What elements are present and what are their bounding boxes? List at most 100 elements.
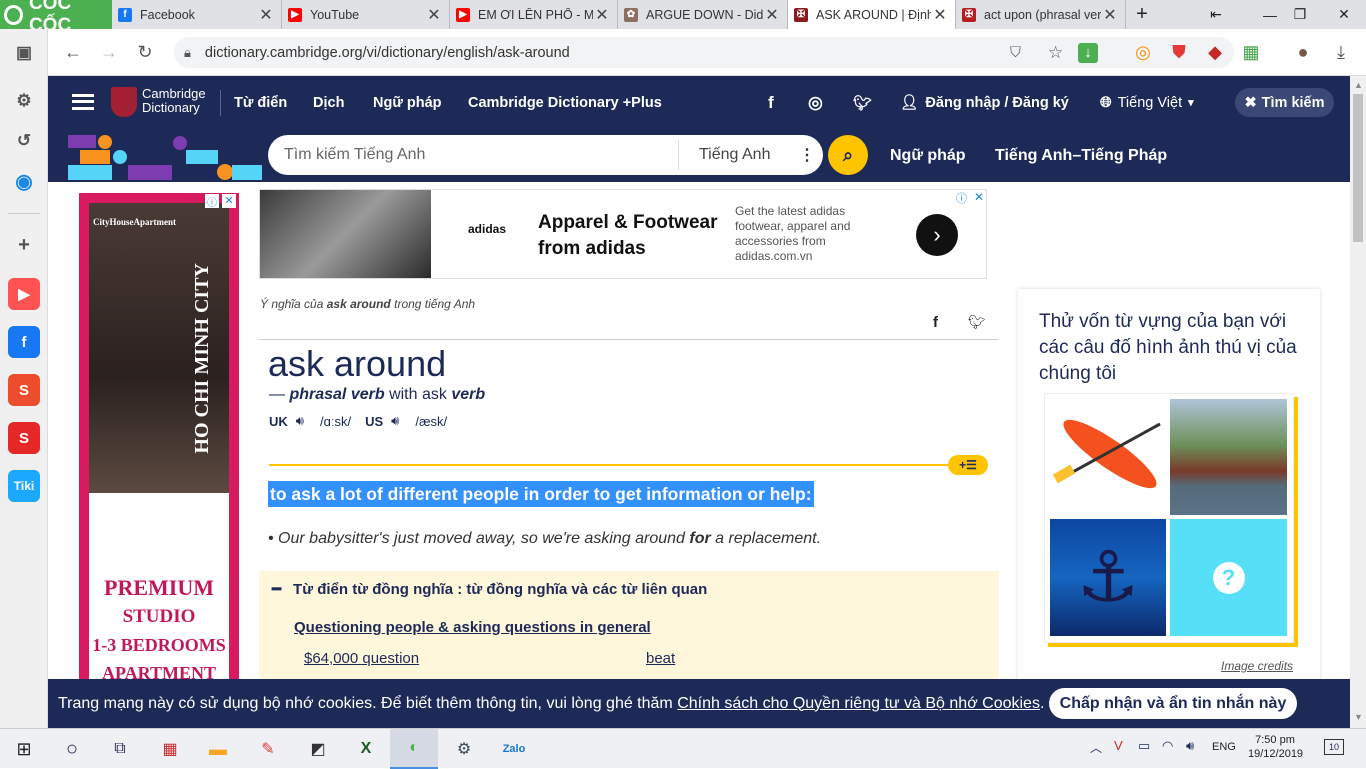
cookie-policy-link[interactable]: Chính sách cho Quyền riêng tư và Bộ nhớ …: [677, 695, 1040, 713]
nav-plus[interactable]: Cambridge Dictionary +Plus: [468, 76, 662, 129]
scroll-down-icon[interactable]: ▼: [1354, 712, 1363, 722]
language-selector[interactable]: 🌐︎ Tiếng Việt ▾: [1100, 76, 1194, 129]
ad-info-icon[interactable]: ⓘ: [205, 194, 219, 209]
sendo-icon[interactable]: S: [8, 422, 40, 454]
battery-icon[interactable]: ▭: [1138, 738, 1150, 754]
ad-close-icon[interactable]: ✕: [222, 194, 236, 208]
address-bar[interactable]: 🔒︎ dictionary.cambridge.org/vi/dictionar…: [174, 37, 1234, 68]
add-icon[interactable]: +: [8, 229, 40, 261]
close-icon[interactable]: ✕: [257, 5, 275, 25]
link-grammar[interactable]: Ngữ pháp: [890, 129, 966, 182]
adblock-icon[interactable]: ⛊: [1164, 29, 1194, 76]
kayak-image[interactable]: [1050, 399, 1166, 515]
synonyms-group-link[interactable]: Questioning people & asking questions in…: [294, 619, 651, 636]
notification-icon[interactable]: 10: [1324, 739, 1344, 755]
left-advertisement[interactable]: CityHouseApartment HO CHI MINH CITY PREM…: [79, 193, 239, 683]
nav-grammar[interactable]: Ngữ pháp: [373, 76, 442, 129]
coccoc-logo[interactable]: CỐC CỐC: [0, 0, 112, 36]
scroll-up-icon[interactable]: ▲: [1354, 80, 1363, 90]
extension-icon[interactable]: ▦: [1236, 29, 1266, 76]
quiz-question-tile[interactable]: ?: [1170, 519, 1287, 636]
volume-icon[interactable]: 🔊︎: [1186, 738, 1194, 754]
share-facebook-icon[interactable]: f: [933, 314, 938, 331]
site-logo[interactable]: Cambridge Dictionary: [142, 87, 206, 115]
speaker-icon[interactable]: 🔊︎: [296, 413, 304, 429]
tab-youtube[interactable]: ▶ YouTube ✕: [282, 0, 450, 29]
quiz-card[interactable]: Thử vốn từ vựng của bạn với các câu đố h…: [1018, 289, 1320, 689]
search-toggle-button[interactable]: ✖ Tìm kiếm: [1235, 88, 1334, 117]
login-link[interactable]: 👤︎ Đăng nhập / Đăng ký: [900, 76, 1069, 129]
restore-button[interactable]: ❐: [1282, 0, 1318, 29]
file-explorer-icon[interactable]: ▬: [194, 729, 242, 769]
instagram-icon[interactable]: ◎: [808, 76, 823, 129]
close-window-button[interactable]: ✕: [1326, 0, 1362, 29]
facebook-icon[interactable]: f: [768, 76, 774, 129]
anchor-image[interactable]: ⚓︎: [1050, 519, 1166, 636]
input-language[interactable]: ENG: [1212, 741, 1236, 753]
app-icon[interactable]: ⚙: [440, 729, 488, 769]
close-icon[interactable]: ✕: [931, 5, 949, 25]
top-advertisement[interactable]: adidas Apparel & Footwear from adidas Ge…: [259, 189, 987, 279]
avatar[interactable]: ●: [1288, 29, 1318, 76]
wifi-icon[interactable]: ◠: [1162, 738, 1173, 754]
add-to-list-icon[interactable]: +☰: [948, 455, 988, 475]
forward-icon[interactable]: →: [94, 29, 124, 76]
tab-em-oi[interactable]: ▶ EM ƠI LÊN PHỐ - MI ✕: [450, 0, 618, 29]
link-english-french[interactable]: Tiếng Anh–Tiếng Pháp: [995, 129, 1167, 182]
coccoc-browser-icon[interactable]: ◐: [390, 729, 438, 769]
vertical-scrollbar[interactable]: ▲ ▼: [1350, 76, 1366, 728]
synonym-link[interactable]: $64,000 question: [304, 650, 419, 667]
more-options-icon[interactable]: ⋮: [799, 145, 815, 165]
history-icon[interactable]: ↺: [8, 125, 40, 157]
tray-expand-icon[interactable]: ︿: [1090, 739, 1102, 756]
barge-image[interactable]: [1170, 399, 1287, 515]
messenger-icon[interactable]: ◉: [8, 165, 40, 197]
windows-start-icon[interactable]: ⊞: [0, 729, 48, 769]
search-circle-icon[interactable]: ○: [48, 729, 96, 769]
close-icon[interactable]: ✕: [763, 5, 781, 25]
speaker-icon[interactable]: 🔊︎: [391, 413, 399, 429]
settings-icon[interactable]: ⚙: [8, 85, 40, 117]
tab-ask-around[interactable]: ✠ ASK AROUND | Định ✕: [788, 0, 956, 29]
clock[interactable]: 7:50 pm 19/12/2019: [1248, 733, 1303, 761]
tab-argue-down[interactable]: ✿ ARGUE DOWN - Did ✕: [618, 0, 788, 29]
tray-app-icon[interactable]: V: [1114, 738, 1123, 753]
app-icon[interactable]: ▦: [146, 729, 194, 769]
tab-act-upon[interactable]: ✠ act upon (phrasal ver ✕: [956, 0, 1126, 29]
synonym-link[interactable]: beat: [646, 650, 675, 667]
back-icon[interactable]: ←: [58, 29, 88, 76]
shield-icon[interactable]: ⛉: [1010, 45, 1021, 61]
synonyms-header[interactable]: ━ Từ điển từ đồng nghĩa : từ đồng nghĩa v…: [272, 580, 707, 598]
facebook-icon[interactable]: f: [8, 326, 40, 358]
scroll-thumb[interactable]: [1353, 94, 1363, 242]
zalo-icon[interactable]: Zalo: [490, 729, 538, 769]
download-icon[interactable]: ↓: [1078, 42, 1098, 63]
close-icon[interactable]: ✕: [425, 5, 443, 25]
hamburger-menu-icon[interactable]: [72, 94, 94, 110]
tab-facebook[interactable]: f Facebook ✕: [112, 0, 282, 29]
task-view-icon[interactable]: ⧉: [96, 729, 144, 769]
panel-icon[interactable]: ▣: [8, 37, 40, 69]
search-language-select[interactable]: Tiếng Anh: [679, 146, 799, 164]
ad-info-icon[interactable]: ⓘ: [956, 190, 967, 206]
image-credits-link[interactable]: Image credits: [1221, 659, 1293, 673]
search-icon[interactable]: ⌕: [828, 135, 868, 175]
sticky-notes-icon[interactable]: ◩: [294, 729, 342, 769]
youtube-icon[interactable]: ▶: [8, 278, 40, 310]
share-twitter-icon[interactable]: 🐦︎: [968, 314, 986, 331]
bookmark-star-icon[interactable]: ☆: [1048, 43, 1063, 63]
excel-icon[interactable]: X: [342, 729, 390, 769]
close-icon[interactable]: ✕: [593, 5, 611, 25]
paint-icon[interactable]: ✎: [244, 729, 292, 769]
reload-icon[interactable]: ↻: [130, 29, 160, 76]
extension-icon[interactable]: ◎: [1128, 29, 1158, 76]
twitter-icon[interactable]: 🐦︎: [853, 76, 872, 129]
nav-translate[interactable]: Dịch: [313, 76, 344, 129]
nav-dictionary[interactable]: Từ điển: [234, 76, 287, 129]
download-icon[interactable]: ⤓: [1326, 29, 1356, 76]
new-tab-button[interactable]: +: [1124, 0, 1160, 29]
shopee-icon[interactable]: S: [8, 374, 40, 406]
tiki-icon[interactable]: Tiki: [8, 470, 40, 502]
accept-cookies-button[interactable]: Chấp nhận và ẩn tin nhắn này: [1049, 688, 1297, 719]
close-icon[interactable]: ✕: [1101, 5, 1119, 25]
